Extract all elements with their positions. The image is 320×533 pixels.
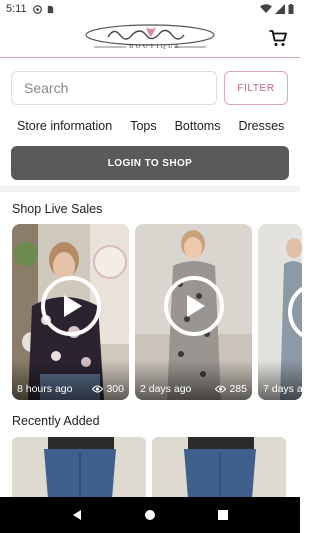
recents-icon[interactable] <box>217 509 229 521</box>
recently-added-list[interactable] <box>12 437 286 499</box>
card-views: 300 <box>92 383 124 395</box>
play-icon[interactable] <box>163 276 224 336</box>
system-nav-bar <box>0 497 300 533</box>
card-meta: 8 hours ago 300 <box>17 383 124 395</box>
product-image <box>152 437 286 499</box>
status-time: 5:11 <box>6 3 27 15</box>
search-placeholder: Search <box>24 80 69 96</box>
boutique-logo[interactable]: BOUTIQUE <box>80 23 220 53</box>
live-sale-card[interactable]: 8 hours ago 300 <box>12 224 129 400</box>
card-meta: 2 days ago 285 <box>140 383 247 395</box>
card-views-count: 300 <box>106 383 124 395</box>
category-bottoms[interactable]: Bottoms <box>175 119 221 133</box>
eye-icon <box>92 385 104 393</box>
live-sales-title: Shop Live Sales <box>12 202 103 216</box>
card-views: 285 <box>215 383 247 395</box>
logo-subtext: BOUTIQUE <box>129 42 182 50</box>
section-divider <box>0 186 300 192</box>
battery-icon <box>288 4 294 14</box>
category-tops[interactable]: Tops <box>130 119 156 133</box>
category-store-information[interactable]: Store information <box>17 119 112 133</box>
live-sale-card[interactable]: 2 days ago 285 <box>135 224 252 400</box>
live-sales-carousel[interactable]: 8 hours ago 300 2 days ago 285 7 days a <box>12 224 302 400</box>
product-image <box>12 437 146 499</box>
live-sale-card[interactable]: 7 days a <box>258 224 302 400</box>
card-time: 8 hours ago <box>17 383 73 395</box>
play-icon[interactable] <box>40 276 101 336</box>
cart-icon[interactable] <box>268 28 288 48</box>
product-card[interactable] <box>152 437 286 499</box>
storage-icon <box>47 5 53 13</box>
card-meta: 7 days a <box>263 383 302 395</box>
home-icon[interactable] <box>144 509 156 521</box>
product-card[interactable] <box>12 437 146 499</box>
card-time: 7 days a <box>263 383 302 395</box>
app-header: BOUTIQUE <box>0 18 300 58</box>
category-tabs: Store information Tops Bottoms Dresses F <box>0 110 300 142</box>
eye-icon <box>215 385 227 393</box>
wifi-icon <box>260 4 272 13</box>
signal-icon <box>275 4 285 14</box>
back-icon[interactable] <box>71 509 83 521</box>
category-dresses[interactable]: Dresses <box>238 119 284 133</box>
recently-added-title: Recently Added <box>12 414 100 428</box>
card-views-count: 285 <box>229 383 247 395</box>
status-bar: 5:11 <box>0 0 300 18</box>
card-time: 2 days ago <box>140 383 192 395</box>
filter-button[interactable]: FILTER <box>224 71 288 105</box>
search-input[interactable]: Search <box>11 71 217 105</box>
login-to-shop-button[interactable]: LOGIN TO SHOP <box>11 146 289 180</box>
notification-icon <box>32 4 42 14</box>
search-row: Search FILTER <box>0 64 300 112</box>
